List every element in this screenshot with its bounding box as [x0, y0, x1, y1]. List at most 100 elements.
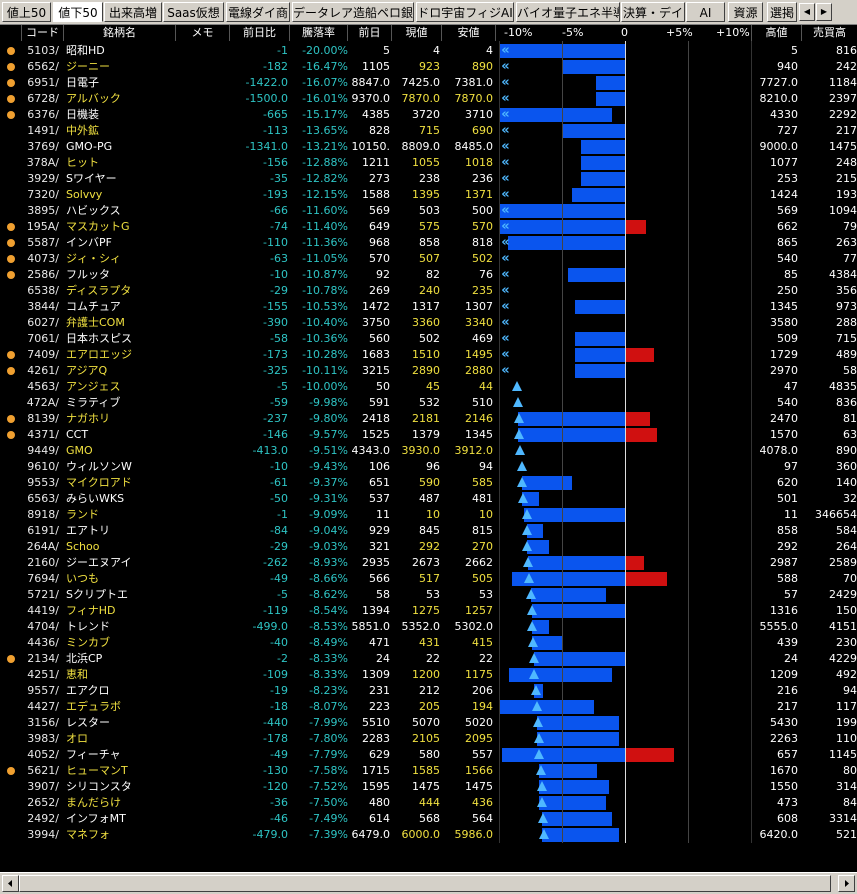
table-row[interactable]: 3983/オロ -178 -7.80% 2283 2105 2095 2263 110: [0, 731, 857, 747]
table-row[interactable]: 6191/エアトリ -84 -9.04% 929 845 815 858 584: [0, 523, 857, 539]
tab-scroll-left-button[interactable]: ◀: [799, 3, 815, 21]
table-row[interactable]: 6538/ディスラプタ -29 -10.78% 269 240 235 « 250 356: [0, 283, 857, 299]
header-volume[interactable]: 売買高: [802, 25, 857, 41]
table-row[interactable]: 8139/ナガホリ -237 -9.80% 2418 2181 2146 2470 81: [0, 411, 857, 427]
prev-close: 2283: [362, 732, 390, 745]
table-row[interactable]: 2492/インフォMT -46 -7.49% 614 568 564 608 3314: [0, 811, 857, 827]
price-change: -29: [270, 540, 288, 553]
table-row[interactable]: 264A/Schoo -29 -9.03% 321 292 270 292 264: [0, 539, 857, 555]
table-row[interactable]: 6376/日機装 -665 -15.17% 4385 3720 3710 « 4330 2292: [0, 107, 857, 123]
tab-6[interactable]: ドロ宇宙フィジAI: [416, 2, 514, 22]
table-row[interactable]: 9449/GMO -413.0 -9.51% 4343.0 3930.0 3912.0 40…: [0, 443, 857, 459]
table-row[interactable]: 6562/ジーニー -182 -16.47% 1105 923 890 « 940 242: [0, 59, 857, 75]
table-row[interactable]: 7320/Solvvy -193 -12.15% 1588 1395 1371 « 1424 1…: [0, 187, 857, 203]
limit-down-icon: «: [501, 155, 510, 170]
table-row[interactable]: 1491/中外鉱 -113 -13.65% 828 715 690 « 727 217: [0, 123, 857, 139]
high-price: 2263: [770, 732, 798, 745]
scroll-thumb[interactable]: [19, 875, 831, 892]
table-row[interactable]: 5621/ヒューマンT -130 -7.58% 1715 1585 1566 1670 80: [0, 763, 857, 779]
table-row[interactable]: 4704/トレンド -499.0 -8.53% 5851.0 5352.0 5302.0 5…: [0, 619, 857, 635]
table-row[interactable]: 2652/まんだらけ -36 -7.50% 480 444 436 473 84: [0, 795, 857, 811]
table-row[interactable]: 2160/ジーエヌアイ -262 -8.93% 2935 2673 2662 2987 258…: [0, 555, 857, 571]
stock-name: GMO: [66, 444, 93, 457]
header-high[interactable]: 高値: [752, 25, 802, 41]
tab-9[interactable]: AI: [686, 2, 725, 22]
table-row[interactable]: 7694/いつも -49 -8.66% 566 517 505 588 70: [0, 571, 857, 587]
table-row[interactable]: 4419/フィナHD -119 -8.54% 1394 1275 1257 1316 150: [0, 603, 857, 619]
prev-close: 8847.0: [351, 76, 391, 89]
tab-11[interactable]: 選掲: [767, 2, 797, 22]
current-price: 238: [419, 172, 440, 185]
tab-8[interactable]: 決算・デイ: [621, 2, 685, 22]
header-prev[interactable]: 前日: [348, 25, 392, 41]
current-price-marker-icon: [521, 541, 532, 551]
volume: 4384: [829, 268, 857, 281]
volume: 84: [843, 796, 857, 809]
table-row[interactable]: 3769/GMO-PG -1341.0 -13.21% 10150. 8809.0 848…: [0, 139, 857, 155]
scroll-right-button[interactable]: [838, 875, 855, 892]
stock-code: 4427/: [27, 700, 59, 713]
table-row[interactable]: 6027/弁護士COM -390 -10.40% 3750 3360 3340 « 3580 2…: [0, 315, 857, 331]
table-row[interactable]: 4261/アジアQ -325 -10.11% 3215 2890 2880 « 2970 58: [0, 363, 857, 379]
header-name[interactable]: 銘柄名: [64, 25, 176, 41]
table-row[interactable]: 4563/アンジェス -5 -10.00% 50 45 44 47 4835: [0, 379, 857, 395]
header-rate[interactable]: 騰落率: [290, 25, 348, 41]
table-row[interactable]: 4427/エデュラボ -18 -8.07% 223 205 194 217 117: [0, 699, 857, 715]
range-bar: [580, 156, 625, 170]
table-row[interactable]: 3907/シリコンスタ -120 -7.52% 1595 1475 1475 1550 314: [0, 779, 857, 795]
table-row[interactable]: 5103/昭和HD -1 -20.00% 5 4 4 « 5 816: [0, 43, 857, 59]
header-current[interactable]: 現値: [392, 25, 442, 41]
header-memo[interactable]: メモ: [176, 25, 230, 41]
table-row[interactable]: 378A/ヒット -156 -12.88% 1211 1055 1018 « 1077 248: [0, 155, 857, 171]
header-low[interactable]: 安値: [442, 25, 496, 41]
table-row[interactable]: 4371/CCT -146 -9.57% 1525 1379 1345 1570 63: [0, 427, 857, 443]
table-row[interactable]: 195A/マスカットG -74 -11.40% 649 575 570 « 662 79: [0, 219, 857, 235]
table-row[interactable]: 3994/マネフォ -479.0 -7.39% 6479.0 6000.0 5986.0 6…: [0, 827, 857, 843]
table-row[interactable]: 7061/日本ホスピス -58 -10.36% 560 502 469 « 509 715: [0, 331, 857, 347]
change-rate: -9.57%: [309, 428, 348, 441]
table-row[interactable]: 2586/フルッタ -10 -10.87% 92 82 76 « 85 4384: [0, 267, 857, 283]
current-price-marker-icon: [524, 573, 535, 583]
table-row[interactable]: 3929/Sワイヤー -35 -12.82% 273 238 236 « 253 215: [0, 171, 857, 187]
stock-code: 3929/: [27, 172, 59, 185]
tab-7[interactable]: バイオ量子エネ半導: [516, 2, 620, 22]
table-row[interactable]: 6728/アルバック -1500.0 -16.01% 9370.0 7870.0 7870…: [0, 91, 857, 107]
table-row[interactable]: 3844/コムチュア -155 -10.53% 1472 1317 1307 « 1345 97…: [0, 299, 857, 315]
table-row[interactable]: 5587/インバPF -110 -11.36% 968 858 818 « 865 263: [0, 235, 857, 251]
table-row[interactable]: 5721/Sクリプトエ -5 -8.62% 58 53 53 57 2429: [0, 587, 857, 603]
header-code[interactable]: コード: [22, 25, 64, 41]
horizontal-scrollbar[interactable]: [0, 872, 857, 894]
stock-code: 4261/: [27, 364, 59, 377]
table-row[interactable]: 6563/みらいWKS -50 -9.31% 537 487 481 501 32: [0, 491, 857, 507]
table-row[interactable]: 9553/マイクロアド -61 -9.37% 651 590 585 620 140: [0, 475, 857, 491]
header-change[interactable]: 前日比: [230, 25, 290, 41]
table-row[interactable]: 4251/恵和 -109 -8.33% 1309 1200 1175 1209 492: [0, 667, 857, 683]
table-row[interactable]: 9610/ウィルソンW -10 -9.43% 106 96 94 97 360: [0, 459, 857, 475]
table-row[interactable]: 7409/エアロエッジ -173 -10.28% 1683 1510 1495 « 1729 4…: [0, 347, 857, 363]
range-bar: [574, 300, 625, 314]
range-chart: [496, 555, 751, 571]
table-row[interactable]: 472A/ミラティブ -59 -9.98% 591 532 510 540 836: [0, 395, 857, 411]
tab-3[interactable]: Saas仮想: [163, 2, 224, 22]
tab-4[interactable]: 電線ダイ商: [226, 2, 290, 22]
table-row[interactable]: 6951/日電子 -1422.0 -16.07% 8847.0 7425.0 7381.0…: [0, 75, 857, 91]
tab-10[interactable]: 資源: [728, 2, 763, 22]
prev-close: 1588: [362, 188, 390, 201]
tab-scroll-right-button[interactable]: ▶: [816, 3, 832, 21]
table-row[interactable]: 3156/レスター -440 -7.99% 5510 5070 5020 5430 199: [0, 715, 857, 731]
tab-1[interactable]: 値下50: [53, 2, 103, 22]
low-price: 10: [479, 508, 493, 521]
tab-0[interactable]: 値上50: [2, 2, 51, 22]
tab-5[interactable]: データレア造船ペロ銀行: [292, 2, 414, 22]
table-row[interactable]: 8918/ランド -1 -9.09% 11 10 10 11 346654: [0, 507, 857, 523]
high-price: 1424: [770, 188, 798, 201]
table-row[interactable]: 4052/フィーチャ -49 -7.79% 629 580 557 657 1145: [0, 747, 857, 763]
scroll-left-button[interactable]: [2, 875, 19, 892]
table-row[interactable]: 9557/エアクロ -19 -8.23% 231 212 206 216 94: [0, 683, 857, 699]
tab-2[interactable]: 出来高増: [104, 2, 162, 22]
table-row[interactable]: 2134/北浜CP -2 -8.33% 24 22 22 24 4229: [0, 651, 857, 667]
table-row[interactable]: 4073/ジィ・シィ -63 -11.05% 570 507 502 « 540 77: [0, 251, 857, 267]
table-row[interactable]: 3895/ハビックス -66 -11.60% 569 503 500 « 569 1094: [0, 203, 857, 219]
stock-code: 5721/: [27, 588, 59, 601]
table-row[interactable]: 4436/ミンカブ -40 -8.49% 471 431 415 439 230: [0, 635, 857, 651]
